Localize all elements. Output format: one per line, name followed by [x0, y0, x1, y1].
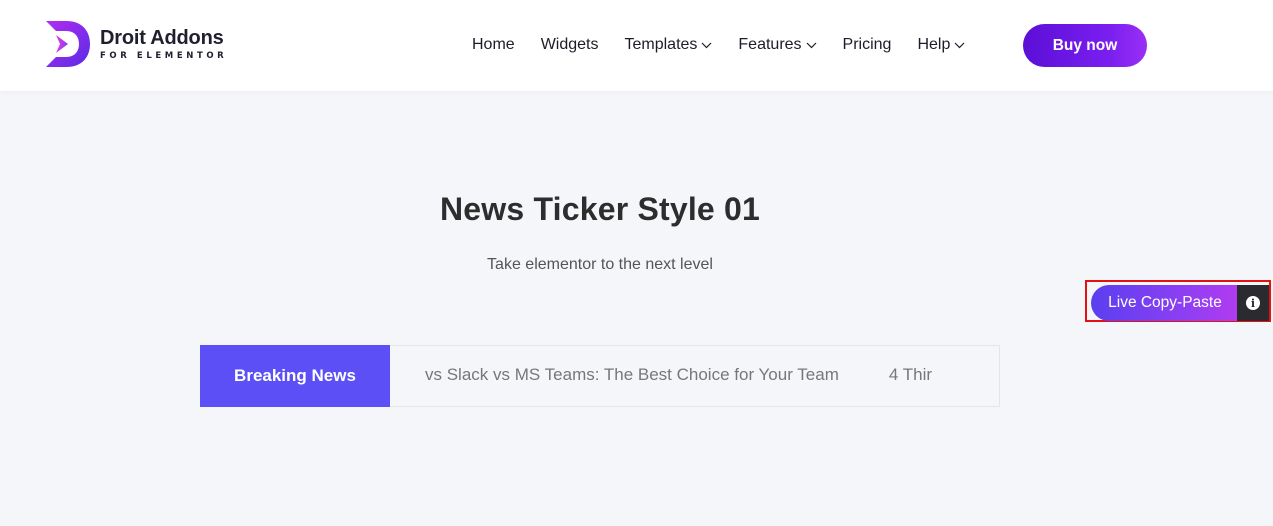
- ticker-label: Breaking News: [200, 345, 390, 407]
- site-header: Droit Addons FOR ELEMENTOR Home Widgets …: [0, 0, 1273, 91]
- chevron-down-icon: [954, 42, 965, 48]
- ticker-item[interactable]: vs Slack vs MS Teams: The Best Choice fo…: [425, 365, 839, 385]
- chevron-down-icon: [701, 42, 712, 48]
- info-button[interactable]: i: [1237, 285, 1269, 321]
- droit-logo-icon: [46, 21, 90, 67]
- main-nav: Home Widgets Templates Features Pricing …: [472, 33, 965, 57]
- nav-item-label: Templates: [624, 36, 698, 53]
- nav-item-help[interactable]: Help: [917, 36, 965, 54]
- ticker-items: vs Slack vs MS Teams: The Best Choice fo…: [425, 365, 982, 385]
- brand-name: Droit Addons: [100, 26, 224, 49]
- news-ticker: Breaking News vs Slack vs MS Teams: The …: [200, 345, 1000, 407]
- brand-logo[interactable]: Droit Addons FOR ELEMENTOR: [44, 19, 227, 69]
- live-copy-paste-widget: Live Copy-Paste i: [1085, 280, 1271, 322]
- page-title: News Ticker Style 01: [439, 191, 761, 227]
- nav-item-label: Widgets: [540, 36, 599, 53]
- nav-item-templates[interactable]: Templates: [624, 36, 712, 54]
- live-copy-paste-button[interactable]: Live Copy-Paste: [1091, 285, 1239, 321]
- nav-item-widgets[interactable]: Widgets: [541, 36, 599, 54]
- nav-item-label: Pricing: [842, 36, 892, 53]
- nav-item-features[interactable]: Features: [738, 36, 816, 54]
- nav-item-home[interactable]: Home: [472, 36, 515, 54]
- page-subtitle: Take elementor to the next level: [487, 256, 713, 273]
- info-icon: i: [1246, 296, 1260, 310]
- buy-now-button[interactable]: Buy now: [1023, 24, 1147, 67]
- nav-item-label: Help: [917, 36, 951, 53]
- chevron-down-icon: [806, 42, 816, 48]
- nav-item-pricing[interactable]: Pricing: [843, 36, 892, 54]
- ticker-track: vs Slack vs MS Teams: The Best Choice fo…: [390, 346, 999, 406]
- brand-tagline: FOR ELEMENTOR: [100, 50, 228, 61]
- ticker-item[interactable]: 4 Thir: [889, 365, 932, 385]
- nav-item-label: Home: [472, 36, 515, 53]
- nav-item-label: Features: [738, 36, 802, 53]
